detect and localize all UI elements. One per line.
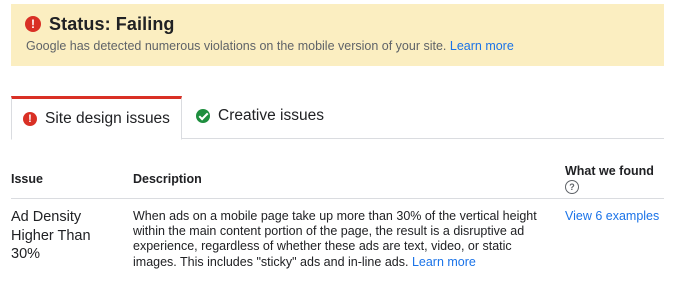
tab-site-design-issues[interactable]: ! Site design issues — [11, 96, 182, 140]
issue-name: Ad Density Higher Than 30% — [11, 209, 91, 262]
status-message-row: Google has detected numerous violations … — [26, 39, 514, 53]
column-header-issue: Issue — [11, 172, 43, 186]
status-title: Status: Failing — [49, 13, 175, 34]
alert-circle-icon: ! — [25, 16, 41, 32]
header-divider — [11, 198, 664, 199]
column-header-description: Description — [133, 172, 202, 186]
status-learn-more-link[interactable]: Learn more — [450, 39, 514, 53]
status-banner: ! Status: Failing Google has detected nu… — [11, 4, 664, 66]
issue-description-cell: When ads on a mobile page take up more t… — [133, 209, 558, 270]
column-header-what-we-found: What we found — [565, 164, 654, 178]
issue-description: When ads on a mobile page take up more t… — [133, 209, 537, 269]
tab-label: Creative issues — [218, 106, 324, 124]
found-cell: View 6 examples — [565, 209, 659, 223]
status-title-row: ! Status: Failing — [25, 12, 175, 36]
issue-tabs: ! Site design issues Creative issues — [11, 94, 664, 140]
help-icon[interactable]: ? — [565, 180, 579, 194]
description-learn-more-link[interactable]: Learn more — [412, 255, 476, 269]
tab-creative-issues[interactable]: Creative issues — [196, 94, 324, 137]
status-message: Google has detected numerous violations … — [26, 39, 447, 53]
view-examples-link[interactable]: View 6 examples — [565, 209, 659, 223]
tab-label: Site design issues — [45, 110, 170, 127]
check-circle-icon — [196, 108, 210, 123]
alert-circle-icon: ! — [23, 112, 37, 126]
